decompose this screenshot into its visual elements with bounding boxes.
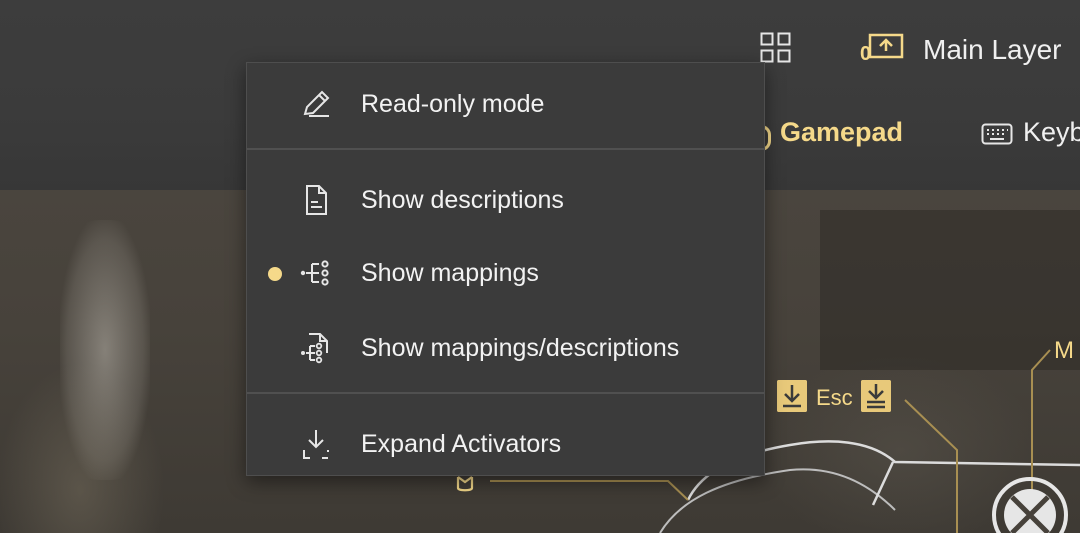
download-key-icon (777, 380, 807, 412)
menu-divider (247, 392, 764, 394)
scene-dark-shape (820, 210, 1080, 370)
menu-item-label: Expand Activators (361, 430, 562, 458)
layer-upload-icon[interactable]: 0 (858, 33, 906, 65)
esc-label: Esc (816, 385, 853, 410)
document-icon (306, 185, 327, 215)
menu-item-read-only-mode[interactable]: Read-only mode (247, 76, 764, 132)
layer-label[interactable]: Main Layer (923, 34, 1062, 66)
view-options-menu: Read-only mode Show descriptions Show ma… (246, 62, 765, 476)
tab-gamepad-label: Gamepad (780, 117, 904, 147)
tab-keyboard[interactable]: Keyb (1023, 117, 1080, 148)
menu-item-label: Show descriptions (361, 186, 564, 214)
menu-item-label: Show mappings/descriptions (361, 334, 680, 362)
keyboard-icon[interactable] (981, 123, 1013, 145)
mappings-icon (300, 260, 329, 286)
mappings-document-icon (301, 333, 328, 364)
mapping-small-icon[interactable] (455, 474, 475, 494)
layer-number: 0 (860, 43, 872, 65)
menu-item-expand-activators[interactable]: Expand Activators (247, 416, 764, 472)
download-key-icon (861, 380, 891, 412)
menu-item-label: Show mappings (361, 259, 539, 287)
grid-layout-icon[interactable] (760, 32, 792, 64)
menu-item-show-mappings[interactable]: Show mappings (247, 245, 764, 301)
m-mapping-label[interactable]: M (1054, 337, 1074, 365)
expand-activators-icon (303, 430, 329, 459)
selected-indicator (268, 267, 282, 281)
menu-item-show-mappings-descriptions[interactable]: Show mappings/descriptions (247, 320, 764, 376)
pencil-icon (303, 90, 330, 117)
menu-item-label: Read-only mode (361, 90, 545, 118)
menu-divider (247, 148, 764, 150)
scene-blur-shape (60, 220, 150, 480)
menu-item-show-descriptions[interactable]: Show descriptions (247, 172, 764, 228)
